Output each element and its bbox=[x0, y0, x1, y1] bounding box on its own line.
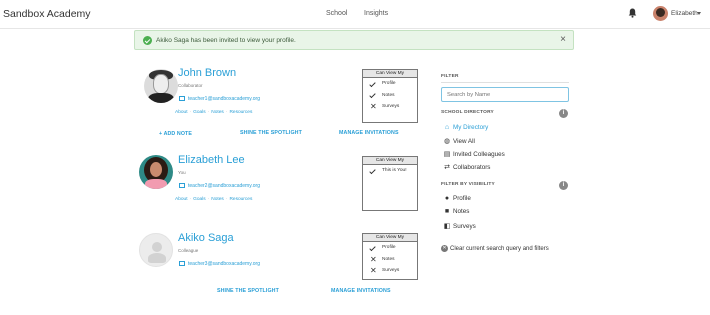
nav-school-link[interactable]: School bbox=[326, 10, 347, 17]
info-icon[interactable]: i bbox=[559, 109, 568, 118]
add-note-button[interactable]: + ADD NOTE bbox=[159, 131, 192, 137]
alert-message: Akiko Saga has been invited to view your… bbox=[156, 37, 296, 44]
profile-name[interactable]: John Brown bbox=[178, 67, 236, 79]
link-goals[interactable]: Goals bbox=[193, 197, 206, 202]
profile-links: About · Goals · Notes · Resources bbox=[175, 197, 253, 202]
profile-links: About · Goals · Notes · Resources bbox=[175, 110, 253, 115]
can-view-box-akiko: Can View My Profile ✕ Notes ✕ Surveys bbox=[362, 233, 418, 280]
visibility-item-profile[interactable]: ● Profile bbox=[443, 195, 471, 202]
can-view-title: Can View My bbox=[363, 234, 417, 242]
profile-photo[interactable] bbox=[144, 69, 178, 103]
user-menu-name[interactable]: Elizabeth bbox=[671, 10, 698, 17]
school-directory-heading: SCHOOL DIRECTORY bbox=[441, 110, 494, 115]
permission-row: Notes bbox=[363, 90, 417, 102]
invite-icon: ▤ bbox=[443, 151, 451, 158]
info-icon[interactable]: i bbox=[559, 181, 568, 190]
x-icon: ✕ bbox=[370, 254, 377, 264]
profile-name[interactable]: Elizabeth Lee bbox=[178, 154, 245, 166]
search-input[interactable] bbox=[441, 87, 569, 102]
check-circle-icon bbox=[143, 36, 152, 45]
manage-invitations-button[interactable]: MANAGE INVITATIONS bbox=[339, 130, 399, 136]
directory-item-collaborators[interactable]: ⇄ Collaborators bbox=[443, 163, 490, 171]
close-icon[interactable]: × bbox=[560, 34, 566, 45]
success-alert: Akiko Saga has been invited to view your… bbox=[134, 30, 574, 50]
manage-invitations-button[interactable]: MANAGE INVITATIONS bbox=[331, 288, 391, 294]
visibility-heading: FILTER BY VISIBILITY bbox=[441, 182, 495, 187]
directory-item-invited-colleagues[interactable]: ▤ Invited Colleagues bbox=[443, 150, 505, 158]
permission-row: ✕ Notes bbox=[370, 254, 395, 264]
profile-photo[interactable] bbox=[139, 155, 173, 189]
swap-icon: ⇄ bbox=[444, 164, 450, 171]
link-resources[interactable]: Resources bbox=[229, 110, 252, 115]
link-notes[interactable]: Notes bbox=[211, 110, 224, 115]
profile-role: You bbox=[178, 170, 186, 175]
can-view-box-john: Can View My Profile Notes ✕ Surveys bbox=[362, 69, 418, 123]
brand-logo-text[interactable]: Sandbox Academy bbox=[3, 8, 91, 20]
chevron-down-icon[interactable] bbox=[697, 12, 701, 15]
divider bbox=[441, 82, 569, 83]
profile-role: Colleague bbox=[178, 248, 199, 253]
notes-icon: ■ bbox=[444, 208, 450, 215]
visibility-item-notes[interactable]: ■ Notes bbox=[443, 208, 470, 215]
link-goals[interactable]: Goals bbox=[193, 110, 206, 115]
survey-icon: ◧ bbox=[443, 223, 451, 230]
link-about[interactable]: About bbox=[175, 197, 188, 202]
globe-icon: ◍ bbox=[443, 138, 451, 145]
permission-row: This is You! bbox=[363, 165, 417, 177]
x-icon: ✕ bbox=[370, 266, 377, 275]
top-navbar: Sandbox Academy School Insights Elizabet… bbox=[0, 0, 710, 29]
email-icon bbox=[179, 183, 185, 188]
email-icon bbox=[179, 261, 185, 266]
clear-filters-link[interactable]: ✕ Clear current search query and filters bbox=[441, 245, 549, 252]
can-view-title: Can View My bbox=[363, 157, 417, 165]
permission-row: ✕ Surveys bbox=[370, 266, 400, 275]
x-icon: ✕ bbox=[370, 102, 377, 111]
permission-row: Profile bbox=[363, 242, 417, 254]
check-icon bbox=[369, 244, 376, 251]
permission-row: ✕ Surveys bbox=[370, 102, 400, 111]
filter-heading: FILTER bbox=[441, 74, 459, 79]
home-icon: ⌂ bbox=[444, 124, 450, 131]
email-icon bbox=[179, 96, 185, 101]
visibility-item-surveys[interactable]: ◧ Surveys bbox=[443, 222, 476, 230]
clear-icon: ✕ bbox=[441, 245, 448, 252]
check-icon bbox=[369, 91, 376, 99]
shine-spotlight-button[interactable]: SHINE THE SPOTLIGHT bbox=[240, 130, 302, 136]
profile-photo-placeholder[interactable] bbox=[139, 233, 173, 267]
can-view-title: Can View My bbox=[363, 70, 417, 78]
nav-insights-link[interactable]: Insights bbox=[364, 10, 388, 17]
person-icon: ● bbox=[444, 195, 450, 202]
profile-email-link[interactable]: teacher2@sandboxacademy.org bbox=[188, 183, 260, 189]
profile-email-link[interactable]: teacher3@sandboxacademy.org bbox=[188, 261, 260, 267]
permission-row: Profile bbox=[363, 78, 417, 90]
directory-item-view-all[interactable]: ◍ View All bbox=[443, 137, 475, 145]
profile-email-link[interactable]: teacher1@sandboxacademy.org bbox=[188, 96, 260, 102]
profile-role: Collaborator bbox=[178, 83, 203, 88]
link-about[interactable]: About bbox=[175, 110, 188, 115]
profile-name[interactable]: Akiko Saga bbox=[178, 232, 234, 244]
check-icon bbox=[369, 80, 376, 87]
directory-item-my-directory[interactable]: ⌂ My Directory bbox=[443, 124, 488, 131]
user-avatar[interactable] bbox=[653, 6, 668, 21]
shine-spotlight-button[interactable]: SHINE THE SPOTLIGHT bbox=[217, 288, 279, 294]
link-resources[interactable]: Resources bbox=[229, 197, 252, 202]
bell-icon[interactable] bbox=[628, 8, 637, 18]
check-icon bbox=[369, 167, 376, 174]
link-notes[interactable]: Notes bbox=[211, 197, 224, 202]
can-view-box-elizabeth: Can View My This is You! bbox=[362, 156, 418, 211]
